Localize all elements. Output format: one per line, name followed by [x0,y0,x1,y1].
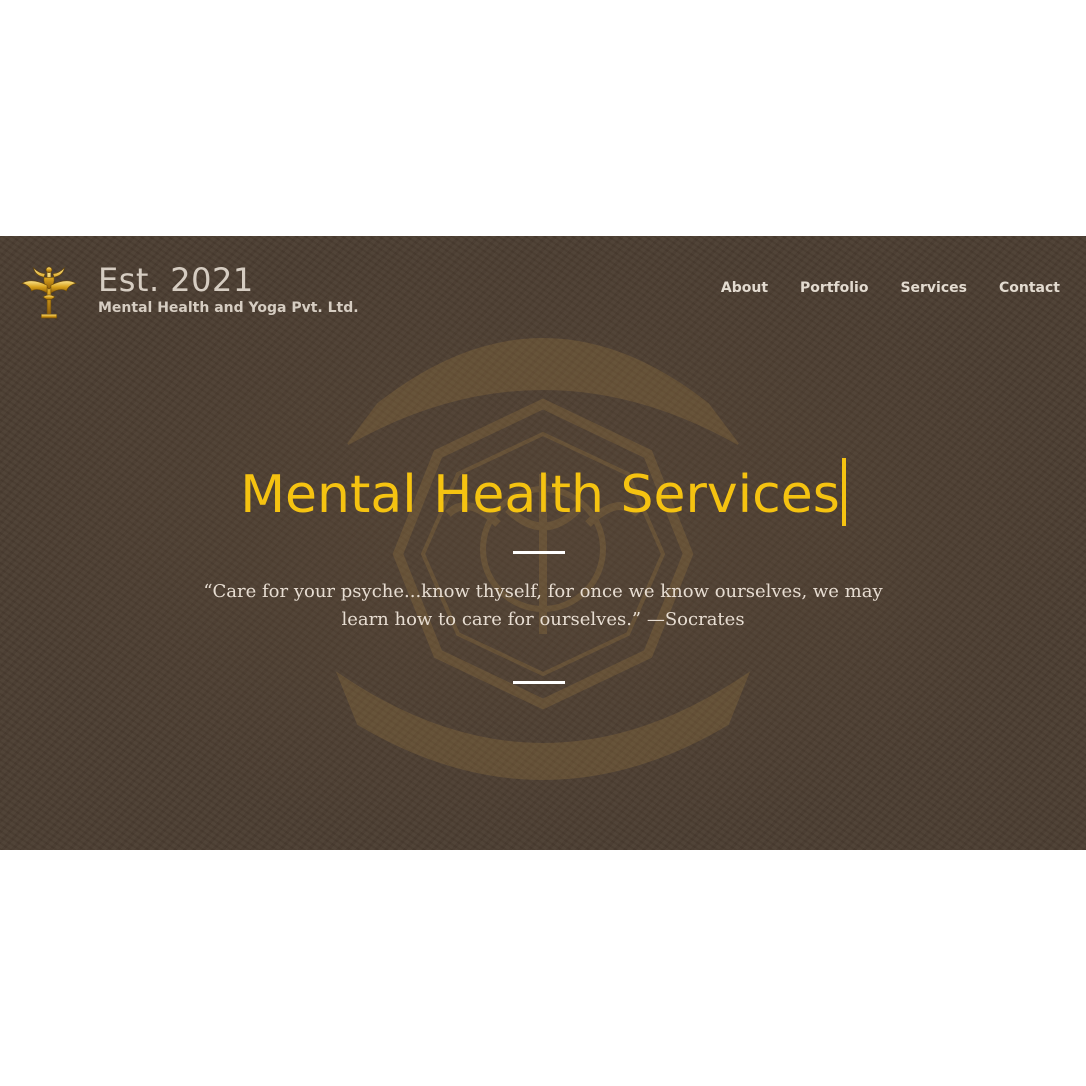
winged-psi-caduceus-icon[interactable] [20,264,78,322]
background-emblem-seal [335,338,751,780]
hero-section: Est. 2021 Mental Health and Yoga Pvt. Lt… [0,236,1086,850]
divider-top [513,551,565,554]
divider-bottom [513,681,565,684]
nav-item-services[interactable]: Services [900,280,967,296]
main-nav: About Portfolio Services Contact [721,280,1060,296]
brand-subtitle: Mental Health and Yoga Pvt. Ltd. [98,300,359,316]
nav-item-portfolio[interactable]: Portfolio [800,280,868,296]
nav-item-contact[interactable]: Contact [999,280,1060,296]
brand-text: Est. 2021 Mental Health and Yoga Pvt. Lt… [98,260,359,317]
typing-cursor [841,458,846,526]
nav-item-about[interactable]: About [721,280,768,296]
hero-headline: Mental Health Services [0,458,1086,530]
brand-title[interactable]: Est. 2021 [98,260,359,300]
hero-headline-text: Mental Health Services [240,465,840,525]
brand[interactable]: Est. 2021 Mental Health and Yoga Pvt. Lt… [20,260,359,322]
hero-quote: “Care for your psyche...know thyself, fo… [203,581,883,630]
